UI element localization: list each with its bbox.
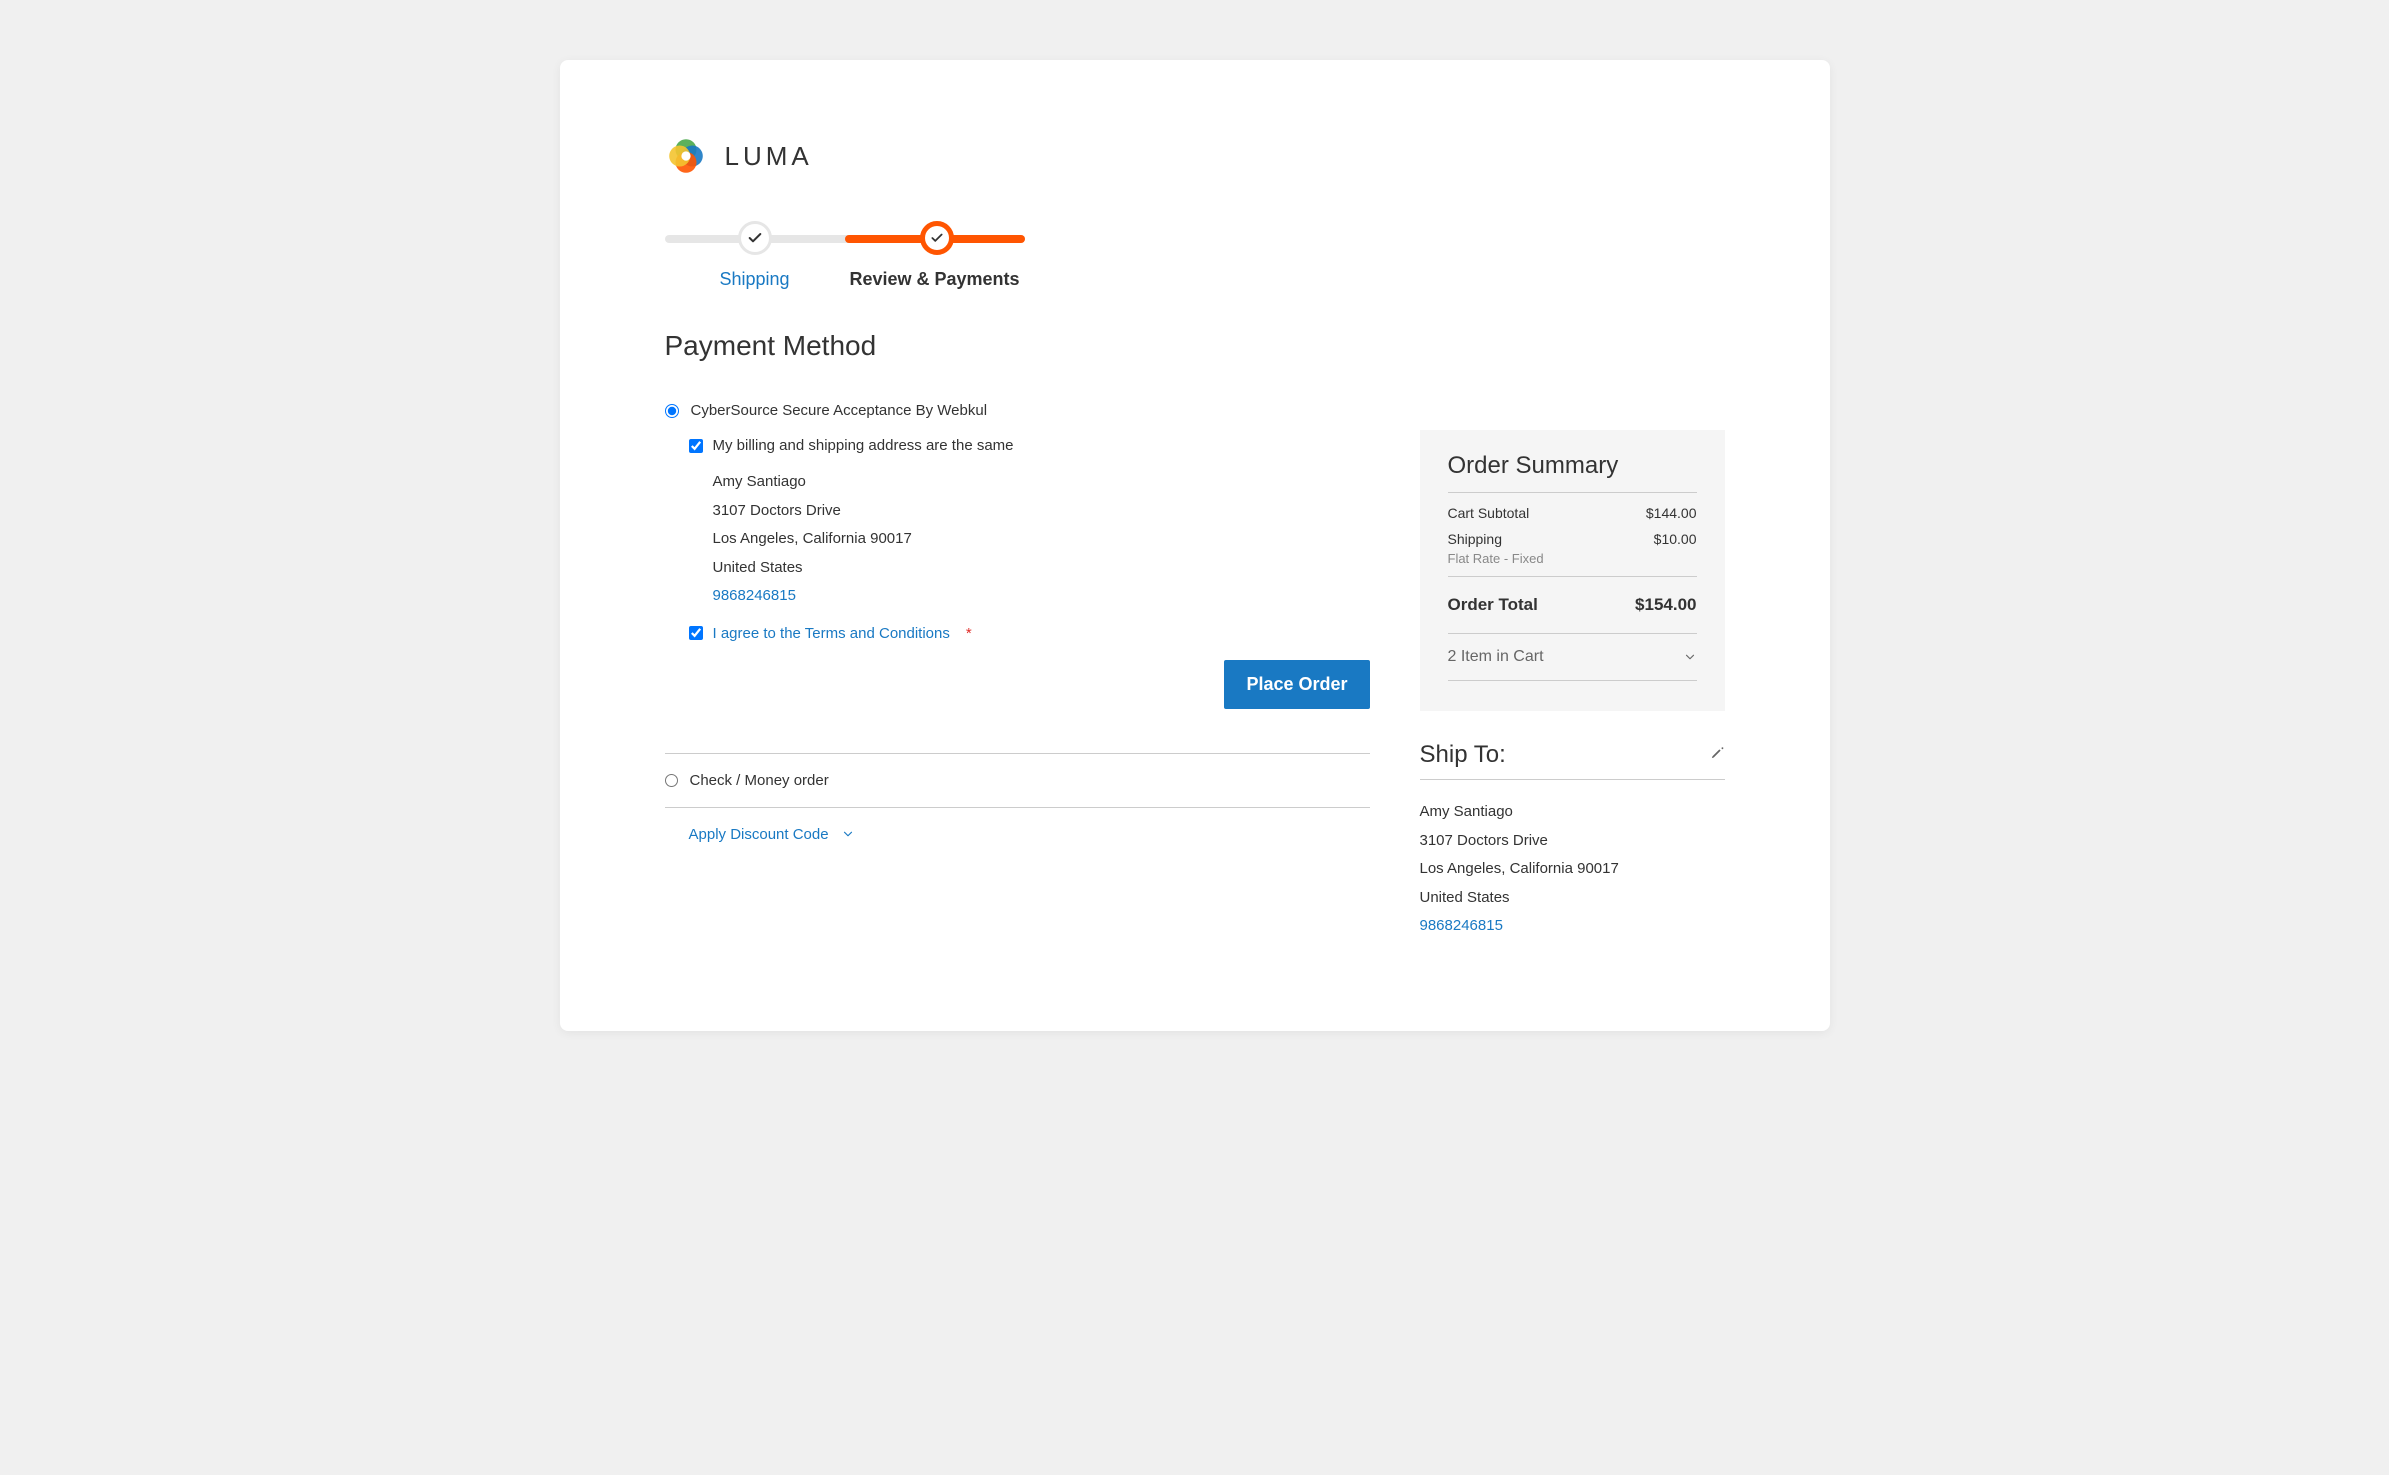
billing-city-state-zip: Los Angeles, California 90017 bbox=[713, 525, 1370, 554]
pencil-icon bbox=[1710, 745, 1725, 760]
same-address-checkbox-row[interactable]: My billing and shipping address are the … bbox=[689, 437, 1370, 454]
chevron-down-icon bbox=[1683, 650, 1697, 664]
payment-radio-cybersource[interactable]: CyberSource Secure Acceptance By Webkul bbox=[665, 402, 1370, 419]
luma-logo-icon bbox=[665, 135, 707, 177]
ship-to-address-block: Amy Santiago 3107 Doctors Drive Los Ange… bbox=[1420, 780, 1725, 941]
summary-total-value: $154.00 bbox=[1635, 595, 1696, 615]
ship-to-country: United States bbox=[1420, 884, 1725, 913]
place-order-button[interactable]: Place Order bbox=[1224, 660, 1369, 709]
summary-shipping-row: Shipping $10.00 bbox=[1448, 525, 1697, 551]
summary-shipping-method: Flat Rate - Fixed bbox=[1448, 551, 1697, 577]
summary-subtotal-label: Cart Subtotal bbox=[1448, 505, 1530, 521]
brand-name: LUMA bbox=[725, 141, 813, 172]
terms-checkbox[interactable] bbox=[689, 626, 703, 640]
summary-total-row: Order Total $154.00 bbox=[1448, 577, 1697, 633]
billing-street: 3107 Doctors Drive bbox=[713, 497, 1370, 526]
ship-to-title: Ship To: bbox=[1420, 741, 1506, 769]
header: LUMA bbox=[665, 135, 1725, 177]
summary-subtotal-row: Cart Subtotal $144.00 bbox=[1448, 493, 1697, 525]
progress-label-review: Review & Payments bbox=[845, 269, 1025, 290]
billing-country: United States bbox=[713, 554, 1370, 583]
cart-items-label: 2 Item in Cart bbox=[1448, 648, 1544, 666]
billing-address-block: Amy Santiago 3107 Doctors Drive Los Ange… bbox=[689, 454, 1370, 625]
payment-option-body: My billing and shipping address are the … bbox=[665, 419, 1370, 738]
payment-radio-label-cybersource: CyberSource Secure Acceptance By Webkul bbox=[691, 402, 988, 419]
same-address-checkbox[interactable] bbox=[689, 439, 703, 453]
ship-to-street: 3107 Doctors Drive bbox=[1420, 827, 1725, 856]
terms-checkbox-row[interactable]: I agree to the Terms and Conditions * bbox=[689, 625, 1370, 642]
payment-option-cybersource: CyberSource Secure Acceptance By Webkul … bbox=[665, 402, 1370, 753]
billing-phone-link[interactable]: 9868246815 bbox=[713, 582, 1370, 611]
chevron-down-icon bbox=[841, 827, 855, 841]
payment-radio-label-check-money: Check / Money order bbox=[690, 772, 829, 789]
progress-label-shipping[interactable]: Shipping bbox=[665, 269, 845, 290]
cart-items-toggle[interactable]: 2 Item in Cart bbox=[1448, 633, 1697, 681]
progress-node-review bbox=[920, 221, 954, 255]
page-title: Payment Method bbox=[665, 330, 1725, 362]
payment-radio-input-check-money[interactable] bbox=[665, 774, 678, 787]
progress-node-shipping[interactable] bbox=[738, 221, 772, 255]
ship-to-phone-link[interactable]: 9868246815 bbox=[1420, 912, 1725, 941]
check-icon bbox=[747, 230, 763, 246]
payment-radio-check-money[interactable]: Check / Money order bbox=[665, 754, 1370, 807]
order-summary-box: Order Summary Cart Subtotal $144.00 Ship… bbox=[1420, 430, 1725, 711]
summary-shipping-label: Shipping bbox=[1448, 531, 1503, 547]
edit-ship-to-button[interactable] bbox=[1710, 745, 1725, 765]
ship-to-name: Amy Santiago bbox=[1420, 798, 1725, 827]
ship-to-city-state-zip: Los Angeles, California 90017 bbox=[1420, 855, 1725, 884]
check-icon bbox=[930, 231, 944, 245]
summary-shipping-value: $10.00 bbox=[1654, 531, 1697, 547]
progress-bar bbox=[665, 217, 1025, 257]
payment-radio-input-cybersource[interactable] bbox=[665, 404, 679, 418]
payment-main-column: CyberSource Secure Acceptance By Webkul … bbox=[665, 402, 1370, 843]
checkout-container: LUMA Shipping Review & Payments Payment … bbox=[560, 60, 1830, 1031]
terms-link[interactable]: I agree to the Terms and Conditions bbox=[713, 625, 950, 642]
order-summary-title: Order Summary bbox=[1448, 452, 1697, 493]
progress-labels: Shipping Review & Payments bbox=[665, 269, 1025, 290]
required-asterisk: * bbox=[966, 625, 972, 642]
sidebar-column: Order Summary Cart Subtotal $144.00 Ship… bbox=[1420, 430, 1725, 941]
summary-total-label: Order Total bbox=[1448, 595, 1538, 615]
billing-name: Amy Santiago bbox=[713, 468, 1370, 497]
ship-to-header: Ship To: bbox=[1420, 741, 1725, 780]
place-order-row: Place Order bbox=[689, 642, 1370, 723]
summary-subtotal-value: $144.00 bbox=[1646, 505, 1697, 521]
apply-discount-label: Apply Discount Code bbox=[689, 826, 829, 843]
same-address-label: My billing and shipping address are the … bbox=[713, 437, 1014, 454]
apply-discount-toggle[interactable]: Apply Discount Code bbox=[665, 808, 1370, 843]
